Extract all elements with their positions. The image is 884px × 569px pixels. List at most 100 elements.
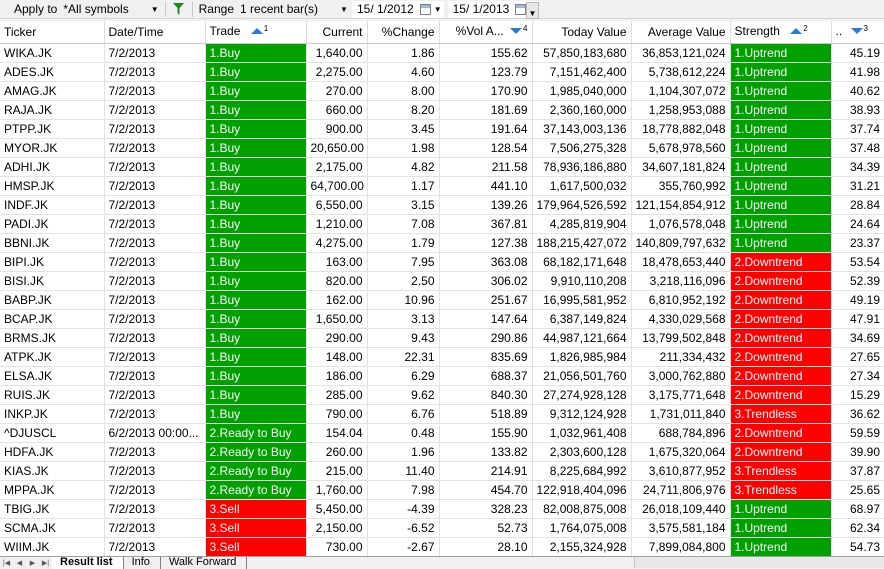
- cell-extra: 39.90: [831, 442, 884, 462]
- cell-ticker: HDFA.JK: [0, 442, 105, 462]
- table-row[interactable]: RAJA.JK 7/2/2013 1.Buy 660.00 8.20 181.69 2,36…: [0, 100, 884, 120]
- col-header-ticker[interactable]: Ticker: [0, 21, 105, 44]
- col-header-change[interactable]: %Change: [367, 21, 440, 44]
- cell-strength: 1.Uptrend: [730, 214, 832, 234]
- toolbar-divider: [191, 1, 193, 17]
- cell-ticker: WIKA.JK: [0, 43, 105, 63]
- table-row[interactable]: TBIG.JK 7/2/2013 3.Sell 5,450.00 -4.39 328.23…: [0, 499, 884, 519]
- col-header-strength[interactable]: Strength 2: [730, 21, 832, 44]
- table-row[interactable]: ^DJUSCL 6/2/2013 00:00... 2.Ready to Buy 15…: [0, 423, 884, 443]
- cell-change: 4.82: [367, 157, 440, 177]
- cell-strength: 2.Downtrend: [730, 366, 832, 386]
- col-header-average-value[interactable]: Average Value: [631, 21, 731, 44]
- table-row[interactable]: PTPP.JK 7/2/2013 1.Buy 900.00 3.45 191.64 37,1…: [0, 119, 884, 139]
- cell-average-value: 3,218,116,096: [631, 271, 731, 291]
- cell-strength: 1.Uptrend: [730, 157, 832, 177]
- table-row[interactable]: MPPA.JK 7/2/2013 2.Ready to Buy 1,760.00 7.9…: [0, 480, 884, 500]
- cell-datetime: 7/2/2013: [104, 309, 206, 329]
- cell-trade: 1.Buy: [205, 404, 307, 424]
- chevron-down-icon[interactable]: ▼: [434, 5, 442, 14]
- table-row[interactable]: INDF.JK 7/2/2013 1.Buy 6,550.00 3.15 139.26 17…: [0, 195, 884, 215]
- col-header-extra[interactable]: .. 3: [831, 21, 884, 44]
- cell-extra: 34.69: [831, 328, 884, 348]
- table-row[interactable]: AMAG.JK 7/2/2013 1.Buy 270.00 8.00 170.90 1,98…: [0, 81, 884, 101]
- toolbar-overflow-button[interactable]: ▼: [526, 2, 539, 19]
- cell-extra: 23.37: [831, 233, 884, 253]
- first-tab-icon[interactable]: |◀: [0, 557, 13, 568]
- cell-strength: 1.Uptrend: [730, 138, 832, 158]
- cell-today-value: 21,056,501,760: [532, 366, 632, 386]
- col-header-vol[interactable]: %Vol A... 4: [439, 21, 533, 44]
- next-tab-icon[interactable]: ▶: [26, 557, 39, 568]
- range-dropdown[interactable]: 1 recent bar(s) ▼: [238, 1, 350, 18]
- horizontal-scrollbar[interactable]: [634, 557, 884, 568]
- cell-vol: 170.90: [439, 81, 533, 101]
- cell-today-value: 9,312,124,928: [532, 404, 632, 424]
- col-header-today-value[interactable]: Today Value: [532, 21, 632, 44]
- prev-tab-icon[interactable]: ◀: [13, 557, 26, 568]
- cell-trade: 1.Buy: [205, 233, 307, 253]
- cell-change: 8.20: [367, 100, 440, 120]
- cell-change: -4.39: [367, 499, 440, 519]
- table-row[interactable]: KIAS.JK 7/2/2013 2.Ready to Buy 215.00 11.40…: [0, 461, 884, 481]
- result-table: Ticker Date/Time Trade 1 Current %Change…: [0, 21, 884, 556]
- cell-today-value: 16,995,581,952: [532, 290, 632, 310]
- table-row[interactable]: MYOR.JK 7/2/2013 1.Buy 20,650.00 1.98 128.54 7…: [0, 138, 884, 158]
- table-row[interactable]: ADES.JK 7/2/2013 1.Buy 2,275.00 4.60 123.79 7,…: [0, 62, 884, 82]
- table-row[interactable]: ADHI.JK 7/2/2013 1.Buy 2,175.00 4.82 211.58 78…: [0, 157, 884, 177]
- cell-today-value: 7,151,462,400: [532, 62, 632, 82]
- cell-change: 22.31: [367, 347, 440, 367]
- tab-result-list[interactable]: Result list: [52, 557, 124, 569]
- sheet-tab-bar: |◀ ◀ ▶ ▶| Result list Info Walk Forward: [0, 556, 884, 569]
- cell-current: 1,210.00: [306, 214, 368, 234]
- date-from-field[interactable]: 15/ 1/2012 ▼: [351, 0, 444, 18]
- filter-icon[interactable]: [170, 1, 188, 18]
- table-row[interactable]: WIIM.JK 7/2/2013 3.Sell 730.00 -2.67 28.10 2,1…: [0, 537, 884, 556]
- cell-strength: 1.Uptrend: [730, 537, 832, 556]
- table-row[interactable]: SCMA.JK 7/2/2013 3.Sell 2,150.00 -6.52 52.73 1…: [0, 518, 884, 538]
- table-row[interactable]: INKP.JK 7/2/2013 1.Buy 790.00 6.76 518.89 9,31…: [0, 404, 884, 424]
- cell-datetime: 7/2/2013: [104, 233, 206, 253]
- cell-average-value: 211,334,432: [631, 347, 731, 367]
- calendar-icon[interactable]: [515, 3, 527, 15]
- cell-extra: 59.59: [831, 423, 884, 443]
- cell-current: 820.00: [306, 271, 368, 291]
- tab-walk-forward[interactable]: Walk Forward: [161, 557, 248, 569]
- cell-ticker: RAJA.JK: [0, 100, 105, 120]
- table-row[interactable]: HDFA.JK 7/2/2013 2.Ready to Buy 260.00 1.96 1…: [0, 442, 884, 462]
- table-row[interactable]: ELSA.JK 7/2/2013 1.Buy 186.00 6.29 688.37 21,0…: [0, 366, 884, 386]
- calendar-icon[interactable]: [419, 3, 431, 15]
- table-row[interactable]: BIPI.JK 7/2/2013 1.Buy 163.00 7.95 363.08 68,1…: [0, 252, 884, 272]
- table-row[interactable]: PADI.JK 7/2/2013 1.Buy 1,210.00 7.08 367.81 4,…: [0, 214, 884, 234]
- cell-average-value: 1,731,011,840: [631, 404, 731, 424]
- col-header-trade[interactable]: Trade 1: [205, 21, 307, 44]
- symbols-dropdown[interactable]: *All symbols ▼: [61, 1, 160, 18]
- last-tab-icon[interactable]: ▶|: [39, 557, 52, 568]
- col-header-datetime[interactable]: Date/Time: [104, 21, 206, 44]
- sort-descending-icon: [850, 25, 864, 39]
- table-row[interactable]: BABP.JK 7/2/2013 1.Buy 162.00 10.96 251.67 16,…: [0, 290, 884, 310]
- cell-extra: 54.73: [831, 537, 884, 556]
- table-row[interactable]: RUIS.JK 7/2/2013 1.Buy 285.00 9.62 840.30 27,2…: [0, 385, 884, 405]
- table-row[interactable]: BCAP.JK 7/2/2013 1.Buy 1,650.00 3.13 147.64 6,…: [0, 309, 884, 329]
- table-row[interactable]: WIKA.JK 7/2/2013 1.Buy 1,640.00 1.86 155.62 57…: [0, 43, 884, 63]
- cell-datetime: 7/2/2013: [104, 138, 206, 158]
- cell-current: 1,760.00: [306, 480, 368, 500]
- cell-vol: 139.26: [439, 195, 533, 215]
- cell-vol: 127.38: [439, 233, 533, 253]
- cell-average-value: 36,853,121,024: [631, 43, 731, 63]
- cell-vol: 840.30: [439, 385, 533, 405]
- date-to-value: 15/ 1/2013: [452, 2, 510, 16]
- cell-vol: 306.02: [439, 271, 533, 291]
- table-row[interactable]: HMSP.JK 7/2/2013 1.Buy 64,700.00 1.17 441.10 1…: [0, 176, 884, 196]
- table-row[interactable]: BBNI.JK 7/2/2013 1.Buy 4,275.00 1.79 127.38 18…: [0, 233, 884, 253]
- tab-info[interactable]: Info: [124, 557, 161, 569]
- cell-vol: 28.10: [439, 537, 533, 556]
- cell-today-value: 68,182,171,648: [532, 252, 632, 272]
- table-row[interactable]: BRMS.JK 7/2/2013 1.Buy 290.00 9.43 290.86 44,9…: [0, 328, 884, 348]
- table-row[interactable]: BISI.JK 7/2/2013 1.Buy 820.00 2.50 306.02 9,91…: [0, 271, 884, 291]
- cell-vol: 123.79: [439, 62, 533, 82]
- table-row[interactable]: ATPK.JK 7/2/2013 1.Buy 148.00 22.31 835.69 1,8…: [0, 347, 884, 367]
- col-header-current[interactable]: Current: [306, 21, 368, 44]
- cell-strength: 2.Downtrend: [730, 271, 832, 291]
